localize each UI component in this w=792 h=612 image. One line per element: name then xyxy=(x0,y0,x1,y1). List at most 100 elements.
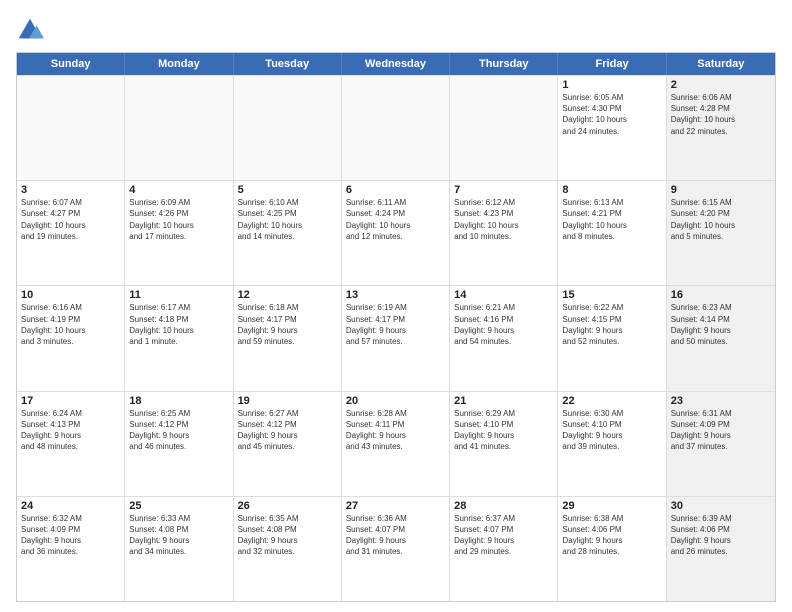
calendar-cell: 19Sunrise: 6:27 AM Sunset: 4:12 PM Dayli… xyxy=(234,392,342,496)
day-number: 8 xyxy=(562,184,661,196)
cell-info: Sunrise: 6:32 AM Sunset: 4:09 PM Dayligh… xyxy=(21,513,120,558)
cell-info: Sunrise: 6:39 AM Sunset: 4:06 PM Dayligh… xyxy=(671,513,771,558)
cell-info: Sunrise: 6:36 AM Sunset: 4:07 PM Dayligh… xyxy=(346,513,445,558)
cell-info: Sunrise: 6:21 AM Sunset: 4:16 PM Dayligh… xyxy=(454,302,553,347)
calendar: SundayMondayTuesdayWednesdayThursdayFrid… xyxy=(16,52,776,602)
calendar-cell: 27Sunrise: 6:36 AM Sunset: 4:07 PM Dayli… xyxy=(342,497,450,601)
cell-info: Sunrise: 6:24 AM Sunset: 4:13 PM Dayligh… xyxy=(21,408,120,453)
calendar-cell: 9Sunrise: 6:15 AM Sunset: 4:20 PM Daylig… xyxy=(667,181,775,285)
calendar-cell: 7Sunrise: 6:12 AM Sunset: 4:23 PM Daylig… xyxy=(450,181,558,285)
calendar-cell: 10Sunrise: 6:16 AM Sunset: 4:19 PM Dayli… xyxy=(17,286,125,390)
calendar-cell xyxy=(17,76,125,180)
cell-info: Sunrise: 6:23 AM Sunset: 4:14 PM Dayligh… xyxy=(671,302,771,347)
calendar-cell: 21Sunrise: 6:29 AM Sunset: 4:10 PM Dayli… xyxy=(450,392,558,496)
calendar-cell: 20Sunrise: 6:28 AM Sunset: 4:11 PM Dayli… xyxy=(342,392,450,496)
weekday-header: Thursday xyxy=(450,53,558,75)
calendar-cell: 11Sunrise: 6:17 AM Sunset: 4:18 PM Dayli… xyxy=(125,286,233,390)
day-number: 24 xyxy=(21,500,120,512)
day-number: 19 xyxy=(238,395,337,407)
cell-info: Sunrise: 6:17 AM Sunset: 4:18 PM Dayligh… xyxy=(129,302,228,347)
calendar-cell: 23Sunrise: 6:31 AM Sunset: 4:09 PM Dayli… xyxy=(667,392,775,496)
day-number: 6 xyxy=(346,184,445,196)
calendar-cell: 5Sunrise: 6:10 AM Sunset: 4:25 PM Daylig… xyxy=(234,181,342,285)
day-number: 26 xyxy=(238,500,337,512)
cell-info: Sunrise: 6:07 AM Sunset: 4:27 PM Dayligh… xyxy=(21,197,120,242)
day-number: 16 xyxy=(671,289,771,301)
calendar-header: SundayMondayTuesdayWednesdayThursdayFrid… xyxy=(17,53,775,75)
calendar-cell: 15Sunrise: 6:22 AM Sunset: 4:15 PM Dayli… xyxy=(558,286,666,390)
cell-info: Sunrise: 6:38 AM Sunset: 4:06 PM Dayligh… xyxy=(562,513,661,558)
cell-info: Sunrise: 6:13 AM Sunset: 4:21 PM Dayligh… xyxy=(562,197,661,242)
weekday-header: Tuesday xyxy=(234,53,342,75)
day-number: 25 xyxy=(129,500,228,512)
day-number: 15 xyxy=(562,289,661,301)
calendar-cell: 25Sunrise: 6:33 AM Sunset: 4:08 PM Dayli… xyxy=(125,497,233,601)
day-number: 18 xyxy=(129,395,228,407)
day-number: 3 xyxy=(21,184,120,196)
calendar-cell xyxy=(450,76,558,180)
calendar-body: 1Sunrise: 6:05 AM Sunset: 4:30 PM Daylig… xyxy=(17,75,775,601)
cell-info: Sunrise: 6:27 AM Sunset: 4:12 PM Dayligh… xyxy=(238,408,337,453)
day-number: 12 xyxy=(238,289,337,301)
weekday-header: Saturday xyxy=(667,53,775,75)
calendar-cell: 30Sunrise: 6:39 AM Sunset: 4:06 PM Dayli… xyxy=(667,497,775,601)
day-number: 9 xyxy=(671,184,771,196)
calendar-row: 10Sunrise: 6:16 AM Sunset: 4:19 PM Dayli… xyxy=(17,285,775,390)
weekday-header: Monday xyxy=(125,53,233,75)
page: SundayMondayTuesdayWednesdayThursdayFrid… xyxy=(0,0,792,612)
calendar-cell: 24Sunrise: 6:32 AM Sunset: 4:09 PM Dayli… xyxy=(17,497,125,601)
calendar-cell: 18Sunrise: 6:25 AM Sunset: 4:12 PM Dayli… xyxy=(125,392,233,496)
day-number: 29 xyxy=(562,500,661,512)
calendar-row: 17Sunrise: 6:24 AM Sunset: 4:13 PM Dayli… xyxy=(17,391,775,496)
cell-info: Sunrise: 6:19 AM Sunset: 4:17 PM Dayligh… xyxy=(346,302,445,347)
calendar-cell: 17Sunrise: 6:24 AM Sunset: 4:13 PM Dayli… xyxy=(17,392,125,496)
calendar-cell: 3Sunrise: 6:07 AM Sunset: 4:27 PM Daylig… xyxy=(17,181,125,285)
cell-info: Sunrise: 6:33 AM Sunset: 4:08 PM Dayligh… xyxy=(129,513,228,558)
day-number: 10 xyxy=(21,289,120,301)
cell-info: Sunrise: 6:16 AM Sunset: 4:19 PM Dayligh… xyxy=(21,302,120,347)
cell-info: Sunrise: 6:37 AM Sunset: 4:07 PM Dayligh… xyxy=(454,513,553,558)
logo xyxy=(16,16,48,44)
day-number: 13 xyxy=(346,289,445,301)
day-number: 5 xyxy=(238,184,337,196)
calendar-cell xyxy=(234,76,342,180)
day-number: 17 xyxy=(21,395,120,407)
calendar-cell: 8Sunrise: 6:13 AM Sunset: 4:21 PM Daylig… xyxy=(558,181,666,285)
day-number: 23 xyxy=(671,395,771,407)
day-number: 22 xyxy=(562,395,661,407)
calendar-row: 3Sunrise: 6:07 AM Sunset: 4:27 PM Daylig… xyxy=(17,180,775,285)
cell-info: Sunrise: 6:31 AM Sunset: 4:09 PM Dayligh… xyxy=(671,408,771,453)
calendar-cell xyxy=(342,76,450,180)
cell-info: Sunrise: 6:28 AM Sunset: 4:11 PM Dayligh… xyxy=(346,408,445,453)
calendar-cell: 28Sunrise: 6:37 AM Sunset: 4:07 PM Dayli… xyxy=(450,497,558,601)
calendar-cell: 1Sunrise: 6:05 AM Sunset: 4:30 PM Daylig… xyxy=(558,76,666,180)
weekday-header: Wednesday xyxy=(342,53,450,75)
calendar-cell: 12Sunrise: 6:18 AM Sunset: 4:17 PM Dayli… xyxy=(234,286,342,390)
cell-info: Sunrise: 6:05 AM Sunset: 4:30 PM Dayligh… xyxy=(562,92,661,137)
day-number: 21 xyxy=(454,395,553,407)
cell-info: Sunrise: 6:15 AM Sunset: 4:20 PM Dayligh… xyxy=(671,197,771,242)
calendar-cell: 14Sunrise: 6:21 AM Sunset: 4:16 PM Dayli… xyxy=(450,286,558,390)
calendar-cell: 13Sunrise: 6:19 AM Sunset: 4:17 PM Dayli… xyxy=(342,286,450,390)
day-number: 20 xyxy=(346,395,445,407)
day-number: 11 xyxy=(129,289,228,301)
day-number: 14 xyxy=(454,289,553,301)
header xyxy=(16,16,776,44)
cell-info: Sunrise: 6:35 AM Sunset: 4:08 PM Dayligh… xyxy=(238,513,337,558)
calendar-cell: 6Sunrise: 6:11 AM Sunset: 4:24 PM Daylig… xyxy=(342,181,450,285)
calendar-cell xyxy=(125,76,233,180)
calendar-cell: 16Sunrise: 6:23 AM Sunset: 4:14 PM Dayli… xyxy=(667,286,775,390)
weekday-header: Sunday xyxy=(17,53,125,75)
calendar-row: 1Sunrise: 6:05 AM Sunset: 4:30 PM Daylig… xyxy=(17,75,775,180)
calendar-cell: 26Sunrise: 6:35 AM Sunset: 4:08 PM Dayli… xyxy=(234,497,342,601)
calendar-cell: 2Sunrise: 6:06 AM Sunset: 4:28 PM Daylig… xyxy=(667,76,775,180)
cell-info: Sunrise: 6:09 AM Sunset: 4:26 PM Dayligh… xyxy=(129,197,228,242)
day-number: 1 xyxy=(562,79,661,91)
cell-info: Sunrise: 6:10 AM Sunset: 4:25 PM Dayligh… xyxy=(238,197,337,242)
day-number: 27 xyxy=(346,500,445,512)
cell-info: Sunrise: 6:25 AM Sunset: 4:12 PM Dayligh… xyxy=(129,408,228,453)
day-number: 2 xyxy=(671,79,771,91)
calendar-cell: 29Sunrise: 6:38 AM Sunset: 4:06 PM Dayli… xyxy=(558,497,666,601)
cell-info: Sunrise: 6:22 AM Sunset: 4:15 PM Dayligh… xyxy=(562,302,661,347)
day-number: 28 xyxy=(454,500,553,512)
